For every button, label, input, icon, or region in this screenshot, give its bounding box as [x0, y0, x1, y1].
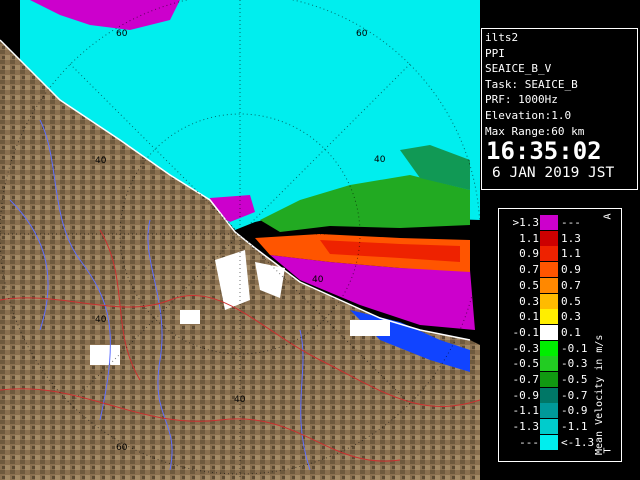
- legend-left-label: -0.1: [512, 325, 540, 339]
- legend-left-label: -0.5: [512, 357, 540, 371]
- legend-left-label: 0.1: [519, 310, 539, 324]
- info-line: PPI: [485, 46, 505, 60]
- legend-right-label: 0.7: [561, 278, 581, 292]
- radar-info-panel: ilts2 PPI SEAICE_B_V Task: SEAICE_B PRF:…: [481, 28, 638, 190]
- legend-left-label: >1.3: [512, 216, 540, 229]
- range-label: 40: [374, 155, 386, 165]
- legend-swatch: [540, 246, 558, 262]
- legend-left-label: 0.5: [519, 278, 539, 292]
- legend-right-label: ---: [561, 216, 581, 229]
- info-line: Task: SEAICE_B: [485, 77, 578, 91]
- legend-right-label: -1.1: [561, 420, 588, 434]
- legend-right-label: -0.5: [561, 373, 588, 386]
- legend-swatch: [540, 434, 558, 450]
- legend-left-label: ---: [519, 435, 539, 449]
- legend-row: 0.9 1.1: [499, 246, 621, 262]
- legend-right-label: <-1.3: [561, 435, 595, 449]
- legend-top-mark: A: [602, 213, 614, 220]
- legend-swatch: [540, 309, 558, 325]
- info-line: ilts2: [485, 31, 519, 44]
- legend-left-label: -0.7: [512, 373, 540, 386]
- legend-right-label: -0.7: [561, 388, 588, 402]
- legend-left-label: 1.1: [519, 231, 539, 245]
- legend-swatch: [540, 215, 558, 230]
- range-label: 60: [116, 443, 128, 453]
- legend-swatch: [540, 340, 558, 356]
- legend-swatch: [540, 324, 558, 340]
- observation-time: 16:35:02: [486, 137, 602, 166]
- range-label: 60: [116, 29, 128, 39]
- legend-right-label: -0.9: [561, 404, 588, 418]
- legend-row: 0.5 0.7: [499, 277, 621, 293]
- legend-right-label: 0.3: [561, 310, 581, 324]
- legend-swatch: [540, 293, 558, 309]
- legend-swatch: [540, 262, 558, 278]
- range-label: 40: [95, 315, 107, 325]
- legend-swatch: [540, 356, 558, 372]
- legend-right-label: 0.9: [561, 263, 581, 277]
- legend-left-label: 0.3: [519, 294, 539, 308]
- legend-left-label: 0.7: [519, 263, 539, 277]
- legend-left-label: -1.3: [512, 420, 540, 434]
- range-label: 40: [234, 395, 246, 405]
- legend-right-label: -0.3: [561, 357, 588, 371]
- legend-right-label: 0.1: [561, 325, 581, 339]
- legend-right-label: 1.3: [561, 231, 581, 245]
- white-echo-3: [90, 345, 120, 365]
- range-label: 40: [312, 275, 324, 285]
- legend-row: 0.7 0.9: [499, 262, 621, 278]
- legend-row: 0.3 0.5: [499, 293, 621, 309]
- legend-title: Mean Velocity in m/s: [594, 334, 605, 455]
- legend-left-label: -1.1: [512, 404, 540, 418]
- legend-left-label: 0.9: [519, 247, 539, 261]
- range-label: 60: [356, 29, 368, 39]
- legend-right-label: 1.1: [561, 247, 581, 261]
- info-line: Elevation:1.0: [485, 108, 572, 122]
- info-line: PRF: 1000Hz: [485, 93, 558, 107]
- velocity-legend: >1.3 --- 1.1 1.3 0.9 1.1 0.7 0.9 0.5 0.7 0.3 0.5 0.1…: [498, 208, 622, 462]
- info-lines: ilts2 PPI SEAICE_B_V Task: SEAICE_B PRF:…: [482, 29, 637, 139]
- legend-swatch: [540, 419, 558, 435]
- legend-row: 1.1 1.3: [499, 230, 621, 246]
- legend-left-label: -0.9: [512, 388, 540, 402]
- legend-right-label: -0.1: [561, 341, 588, 355]
- white-echo-5: [180, 310, 200, 324]
- legend-swatch: [540, 387, 558, 403]
- range-label: 40: [95, 156, 107, 166]
- legend-right-label: 0.5: [561, 294, 581, 308]
- legend-swatch: [540, 277, 558, 293]
- observation-date: 6 JAN 2019 JST: [492, 165, 615, 182]
- white-echo-4: [350, 320, 390, 336]
- legend-swatch: [540, 403, 558, 419]
- info-line: SEAICE_B_V: [485, 62, 552, 76]
- legend-row: 0.1 0.3: [499, 309, 621, 325]
- legend-swatch: [540, 230, 558, 246]
- legend-swatch: [540, 372, 558, 387]
- legend-bottom-mark: T: [602, 447, 614, 454]
- legend-left-label: -0.3: [512, 341, 540, 355]
- radar-ppi-map: 60 40 40 40 40 40 60 60: [0, 0, 480, 480]
